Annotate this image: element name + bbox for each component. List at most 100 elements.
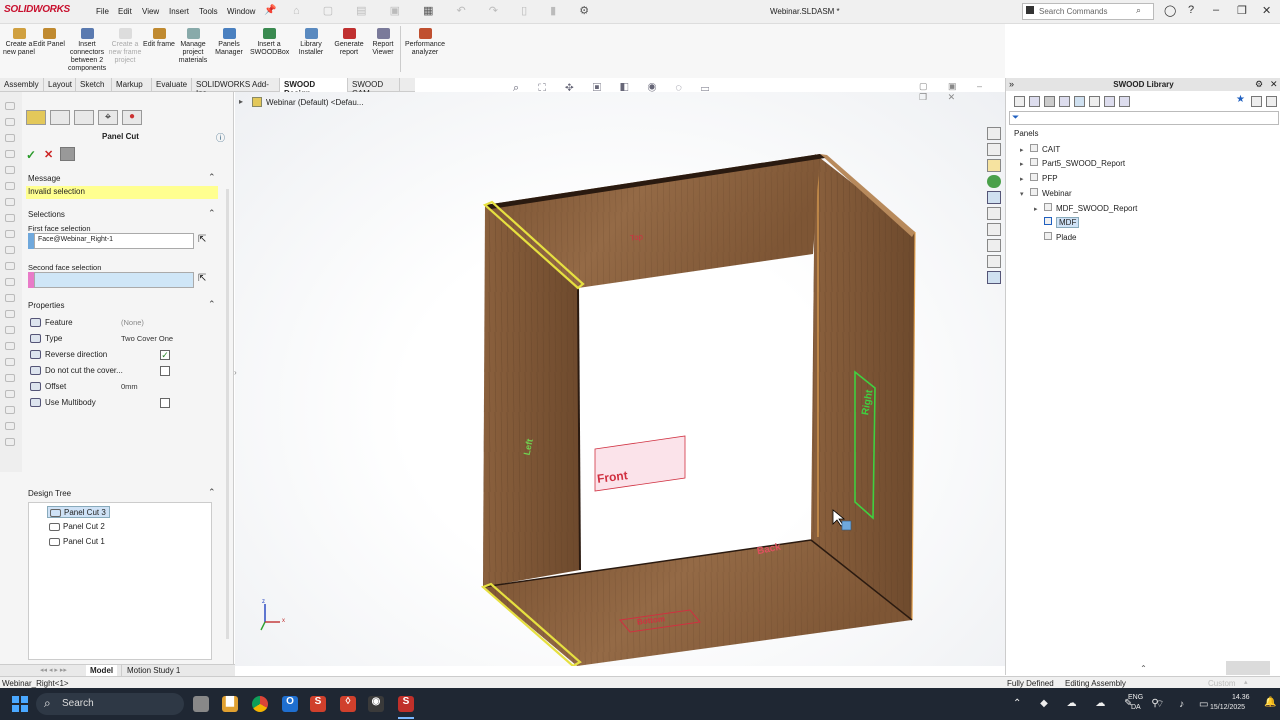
toolbar-tool-icon[interactable] bbox=[5, 406, 15, 414]
command-cloud-button[interactable]: Library Installer bbox=[292, 26, 330, 57]
user-icon[interactable]: ◯ bbox=[1164, 4, 1176, 17]
graphics-area[interactable]: ▸ Webinar (Default) <Defau... ⌕ ⛶ ✥ ▣ ◧ … bbox=[234, 81, 1005, 666]
library-tree-item[interactable]: ▾ Webinar bbox=[1020, 187, 1072, 200]
collapse-icon[interactable]: ⌃ bbox=[208, 299, 216, 310]
design-tree-item[interactable]: Panel Cut 3 bbox=[47, 506, 110, 518]
tab-swood-cam[interactable]: SWOOD CAM bbox=[348, 78, 400, 98]
gear-icon[interactable]: ⚙ bbox=[1255, 79, 1263, 90]
menu-file[interactable]: File bbox=[96, 7, 109, 16]
library-tree-item[interactable]: ▸ Part5_SWOOD_Report bbox=[1020, 158, 1125, 170]
resources-icon[interactable] bbox=[987, 127, 1001, 140]
clock-date[interactable]: 15/12/2025 bbox=[1210, 704, 1245, 711]
fullscreen-overlay-icon[interactable] bbox=[1226, 661, 1270, 675]
menu-view[interactable]: View bbox=[142, 7, 159, 16]
design-library-icon[interactable] bbox=[987, 143, 1001, 156]
language-bottom[interactable]: DA bbox=[1131, 704, 1141, 711]
configuration-icon[interactable] bbox=[74, 110, 94, 125]
property-value[interactable]: Two Cover One bbox=[121, 334, 173, 343]
toolbar-tool-icon[interactable] bbox=[5, 102, 15, 110]
close-icon[interactable]: ✕ bbox=[1262, 4, 1271, 17]
task-view-icon[interactable] bbox=[193, 696, 209, 712]
menu-tools[interactable]: Tools bbox=[199, 7, 218, 16]
expand-pane-icon[interactable]: » bbox=[1009, 79, 1014, 89]
library-view-icon[interactable] bbox=[1119, 96, 1130, 107]
swood-tools-icon[interactable] bbox=[987, 239, 1001, 252]
command-swoodbox-button[interactable]: Insert a SWOODBox bbox=[250, 26, 289, 57]
feature-manager-icon[interactable] bbox=[26, 110, 46, 125]
swood-design-icon[interactable] bbox=[987, 207, 1001, 220]
pushpin-icon[interactable] bbox=[60, 147, 75, 161]
help-icon[interactable]: ? bbox=[1188, 4, 1194, 16]
toolbar-tool-icon[interactable] bbox=[5, 438, 15, 446]
language-top[interactable]: ENG bbox=[1128, 694, 1143, 701]
tree-expand-icon[interactable]: ▸ bbox=[1034, 205, 1044, 213]
library-tree-item[interactable]: ▸ CAIT bbox=[1020, 143, 1060, 156]
ok-icon[interactable]: ✓ bbox=[26, 148, 36, 162]
library-view-icon[interactable] bbox=[1089, 96, 1100, 107]
toolbar-tool-icon[interactable] bbox=[5, 390, 15, 398]
display-manager-icon[interactable]: ● bbox=[122, 110, 142, 125]
tree-expand-icon[interactable]: ▸ bbox=[1020, 175, 1030, 183]
tree-expand-icon[interactable]: ▸ bbox=[1020, 146, 1030, 154]
taskbar-search[interactable]: Search bbox=[36, 693, 184, 715]
tab-layout[interactable]: Layout bbox=[44, 78, 76, 92]
favorite-icon[interactable]: ★ bbox=[1236, 94, 1245, 105]
search-icon[interactable]: ⌕ bbox=[1136, 5, 1141, 16]
toolbar-tool-icon[interactable] bbox=[5, 118, 15, 126]
system-tray-icons[interactable]: ⌃ ◆ ☁ ☁ ✎ ⚲ bbox=[1013, 698, 1167, 709]
app-icon[interactable]: ◉ bbox=[368, 696, 384, 712]
library-tree-item[interactable]: Plade bbox=[1034, 231, 1076, 244]
file-explorer-icon[interactable] bbox=[987, 159, 1001, 172]
solidworks-icon[interactable]: S bbox=[310, 696, 326, 712]
second-face-field[interactable] bbox=[34, 272, 194, 288]
command-edit-frame-button[interactable]: Edit frame bbox=[140, 26, 178, 49]
toolbar-tool-icon[interactable] bbox=[5, 326, 15, 334]
menu-window[interactable]: Window bbox=[227, 7, 255, 16]
help-icon[interactable]: ⓘ bbox=[216, 131, 225, 144]
collapse-icon[interactable]: ⌃ bbox=[208, 172, 216, 183]
library-tree-item[interactable]: Panels bbox=[1014, 129, 1038, 141]
toolbar-tool-icon[interactable] bbox=[5, 374, 15, 382]
command-frame-button[interactable]: Create a new frame project bbox=[106, 26, 144, 65]
library-tree-item[interactable]: ▸ PFP bbox=[1020, 173, 1058, 185]
status-units[interactable]: Custom bbox=[1208, 679, 1236, 688]
tab-sketch[interactable]: Sketch bbox=[76, 78, 112, 92]
menu-edit[interactable]: Edit bbox=[118, 7, 132, 16]
command-report-viewer-button[interactable]: Report Viewer bbox=[366, 26, 400, 57]
toolbar-tool-icon[interactable] bbox=[5, 150, 15, 158]
toolbar-tool-icon[interactable] bbox=[5, 166, 15, 174]
command-panels-manager-button[interactable]: Panels Manager bbox=[210, 26, 248, 57]
custom-properties-icon[interactable] bbox=[987, 191, 1001, 204]
command-connector-button[interactable]: Insert connectors between 2 components bbox=[68, 26, 106, 73]
toolbar-tool-icon[interactable] bbox=[5, 358, 15, 366]
appearances-icon[interactable] bbox=[987, 175, 1001, 188]
tab-markup[interactable]: Markup bbox=[112, 78, 152, 92]
library-refresh-icon[interactable] bbox=[1266, 96, 1277, 107]
library-view-icon[interactable] bbox=[1014, 96, 1025, 107]
library-tree-item[interactable]: MDF bbox=[1034, 217, 1080, 229]
windows-start-icon[interactable] bbox=[12, 696, 28, 712]
library-tree-item[interactable]: ▸ MDF_SWOOD_Report bbox=[1034, 202, 1137, 215]
toolbar-tool-icon[interactable] bbox=[5, 134, 15, 142]
toolbar-tool-icon[interactable] bbox=[5, 262, 15, 270]
file-explorer-icon[interactable]: ▇ bbox=[222, 696, 238, 712]
minimize-icon[interactable]: – bbox=[1213, 4, 1219, 16]
clock-time[interactable]: 14.36 bbox=[1232, 694, 1250, 701]
design-tree-item[interactable]: Panel Cut 2 bbox=[47, 521, 108, 533]
swood-library-icon[interactable] bbox=[987, 223, 1001, 236]
panel-scrollbar[interactable] bbox=[226, 189, 229, 639]
notifications-icon[interactable]: 🔔 bbox=[1264, 697, 1276, 708]
tree-expand-icon[interactable]: ▸ bbox=[1020, 160, 1030, 168]
toolbar-tool-icon[interactable] bbox=[5, 310, 15, 318]
collapse-icon[interactable]: ⌃ bbox=[208, 208, 216, 219]
selection-pointer-icon[interactable]: ⇱ bbox=[198, 273, 206, 284]
property-checkbox[interactable]: ✓ bbox=[160, 350, 170, 360]
close-icon[interactable]: ✕ bbox=[1270, 79, 1278, 90]
collapse-icon[interactable]: ⌃ bbox=[208, 487, 216, 498]
command-edit-panel-button[interactable]: Edit Panel bbox=[30, 26, 68, 49]
toolbar-tool-icon[interactable] bbox=[5, 182, 15, 190]
cancel-icon[interactable]: ✕ bbox=[44, 148, 53, 161]
property-checkbox[interactable] bbox=[160, 366, 170, 376]
tab-motion-study[interactable]: Motion Study 1 bbox=[121, 665, 185, 676]
selection-pointer-icon[interactable]: ⇱ bbox=[198, 234, 206, 245]
